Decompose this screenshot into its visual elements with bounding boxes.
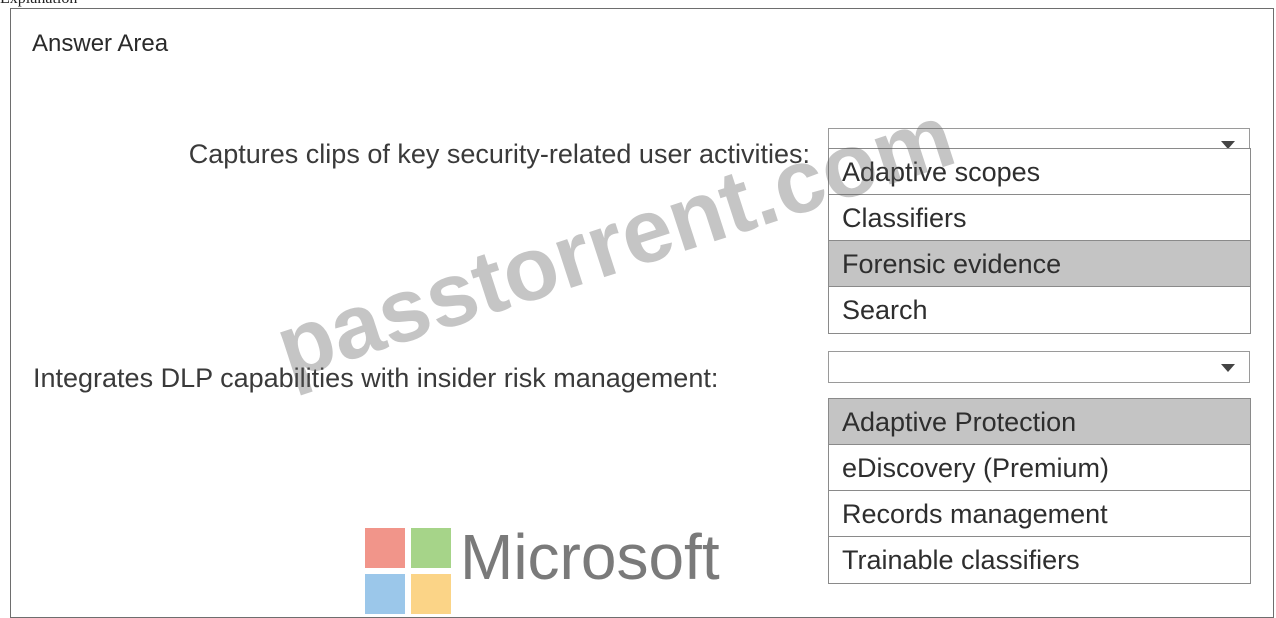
logo-square-green	[411, 528, 451, 568]
logo-square-blue	[365, 574, 405, 614]
option-search[interactable]: Search	[829, 287, 1250, 333]
logo-square-yellow	[411, 574, 451, 614]
option-adaptive-scopes[interactable]: Adaptive scopes	[829, 149, 1250, 195]
option-records-management[interactable]: Records management	[829, 491, 1250, 537]
option-classifiers[interactable]: Classifiers	[829, 195, 1250, 241]
question-2-prompt: Integrates DLP capabilities with insider…	[33, 363, 719, 393]
chevron-down-icon[interactable]	[1215, 359, 1241, 377]
question-1-options-list: Adaptive scopes Classifiers Forensic evi…	[828, 148, 1251, 334]
header-text: Explanation	[0, 0, 77, 8]
question-2-options-list: Adaptive Protection eDiscovery (Premium)…	[828, 398, 1251, 584]
option-trainable-classifiers[interactable]: Trainable classifiers	[829, 537, 1250, 583]
option-ediscovery-premium[interactable]: eDiscovery (Premium)	[829, 445, 1250, 491]
microsoft-logo-text: Microsoft	[460, 521, 720, 593]
option-adaptive-protection[interactable]: Adaptive Protection	[829, 399, 1250, 445]
answer-area-heading: Answer Area	[32, 30, 169, 57]
logo-square-red	[365, 528, 405, 568]
question-1-prompt: Captures clips of key security-related u…	[188, 139, 810, 169]
option-forensic-evidence[interactable]: Forensic evidence	[829, 241, 1250, 287]
question-2-dropdown[interactable]	[828, 351, 1250, 383]
